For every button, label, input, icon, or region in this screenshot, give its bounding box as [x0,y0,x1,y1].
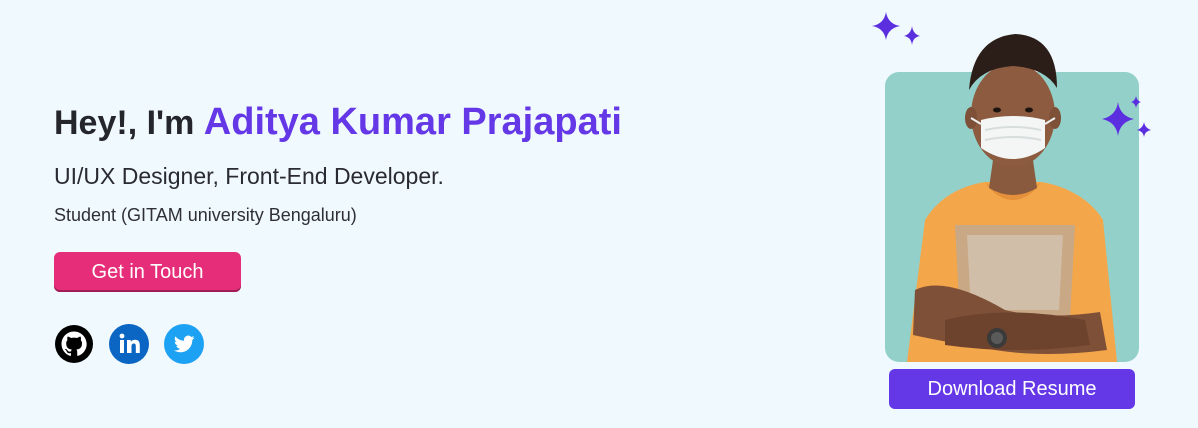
linkedin-link[interactable] [109,324,149,364]
hero-intro: Hey!, I'm Aditya Kumar Prajapati UI/UX D… [54,98,754,227]
hero-heading: Hey!, I'm Aditya Kumar Prajapati [54,98,754,147]
hero-roles: UI/UX Designer, Front-End Developer. [54,163,444,189]
greeting-text: Hey!, I'm [54,104,204,142]
linkedin-icon [109,324,149,364]
profile-photo [907,34,1117,362]
twitter-icon [164,324,204,364]
get-in-touch-button[interactable]: Get in Touch [54,252,241,292]
hero-education: Student (GITAM university Bengaluru) [54,205,357,225]
twitter-link[interactable] [164,324,204,364]
sparkle-icon [1102,96,1151,137]
github-icon [55,325,93,363]
github-link[interactable] [54,324,94,364]
sparkle-icon [872,12,920,45]
hero-name: Aditya Kumar Prajapati [203,101,622,143]
download-resume-button[interactable]: Download Resume [889,369,1135,409]
